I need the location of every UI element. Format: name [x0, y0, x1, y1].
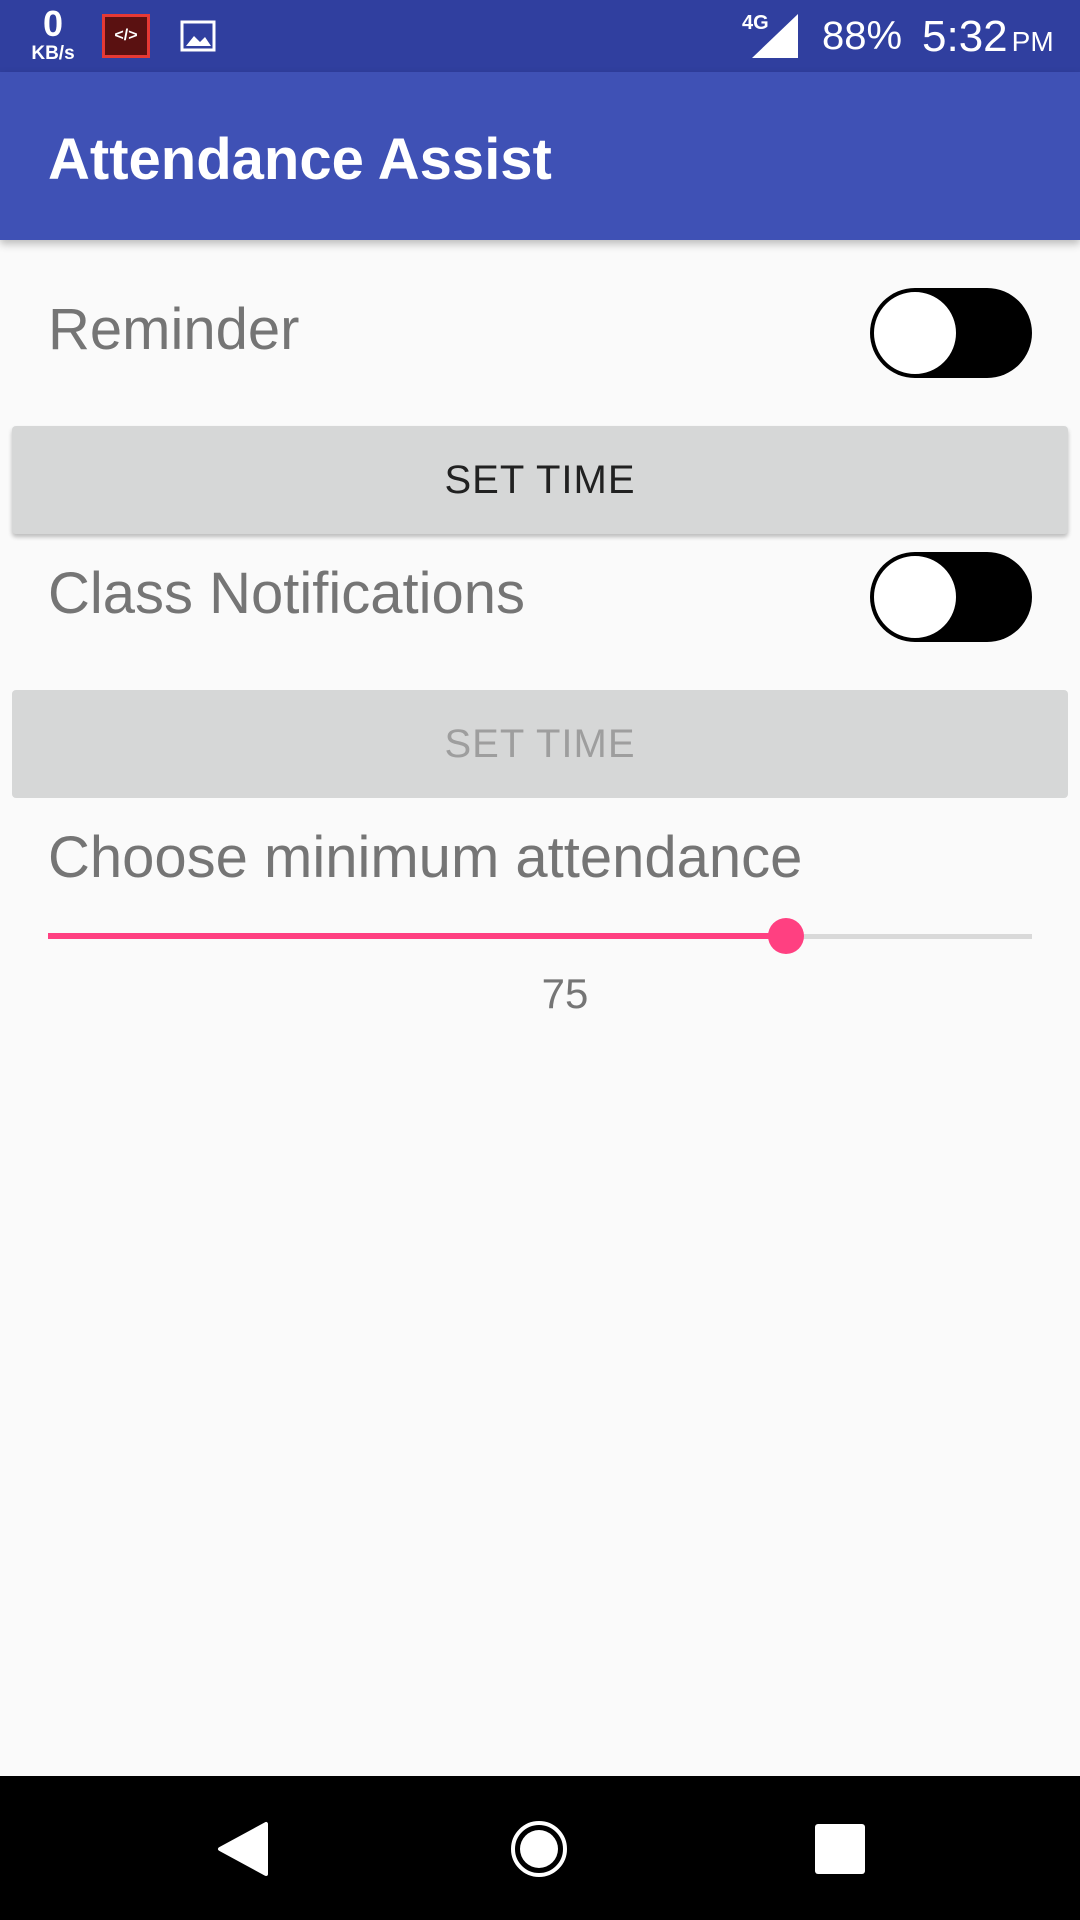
reminder-label: Reminder — [48, 297, 300, 362]
app-title: Attendance Assist — [48, 127, 552, 192]
minimum-attendance-value: 75 — [541, 970, 589, 1017]
class-notifications-toggle-thumb — [872, 554, 958, 640]
net-speed-value: 0 — [42, 3, 64, 44]
battery-level: 88% — [822, 14, 903, 58]
slider-fill — [48, 933, 786, 939]
class-notifications-set-time-button: SET TIME — [12, 690, 1068, 798]
home-icon[interactable] — [510, 1820, 568, 1878]
net-speed-indicator: 0 KB/s — [26, 3, 80, 64]
back-icon[interactable] — [214, 1820, 270, 1878]
code-notification-icon: </> — [102, 14, 150, 58]
status-bar: 0 KB/s </> 4G 88% 5:32 PM — [0, 0, 1080, 72]
recents-icon[interactable] — [815, 1824, 865, 1874]
reminder-toggle-thumb — [872, 290, 958, 376]
slider-thumb[interactable] — [768, 918, 804, 954]
clock-time: 5:32 — [922, 12, 1008, 61]
navigation-bar — [0, 1776, 1080, 1920]
clock: 5:32 PM — [922, 12, 1054, 62]
app-bar: Attendance Assist — [0, 72, 1080, 240]
minimum-attendance-label: Choose minimum attendance — [48, 825, 803, 890]
class-notifications-toggle[interactable] — [870, 552, 1032, 642]
image-notification-icon — [180, 20, 216, 52]
class-notifications-label: Class Notifications — [48, 561, 526, 626]
reminder-toggle[interactable] — [870, 288, 1032, 378]
net-speed-unit: KB/s — [31, 43, 75, 64]
signal-icon — [752, 14, 798, 58]
minimum-attendance-slider[interactable] — [48, 916, 1032, 956]
reminder-set-time-button[interactable]: SET TIME — [12, 426, 1068, 534]
clock-ampm: PM — [1011, 26, 1054, 57]
